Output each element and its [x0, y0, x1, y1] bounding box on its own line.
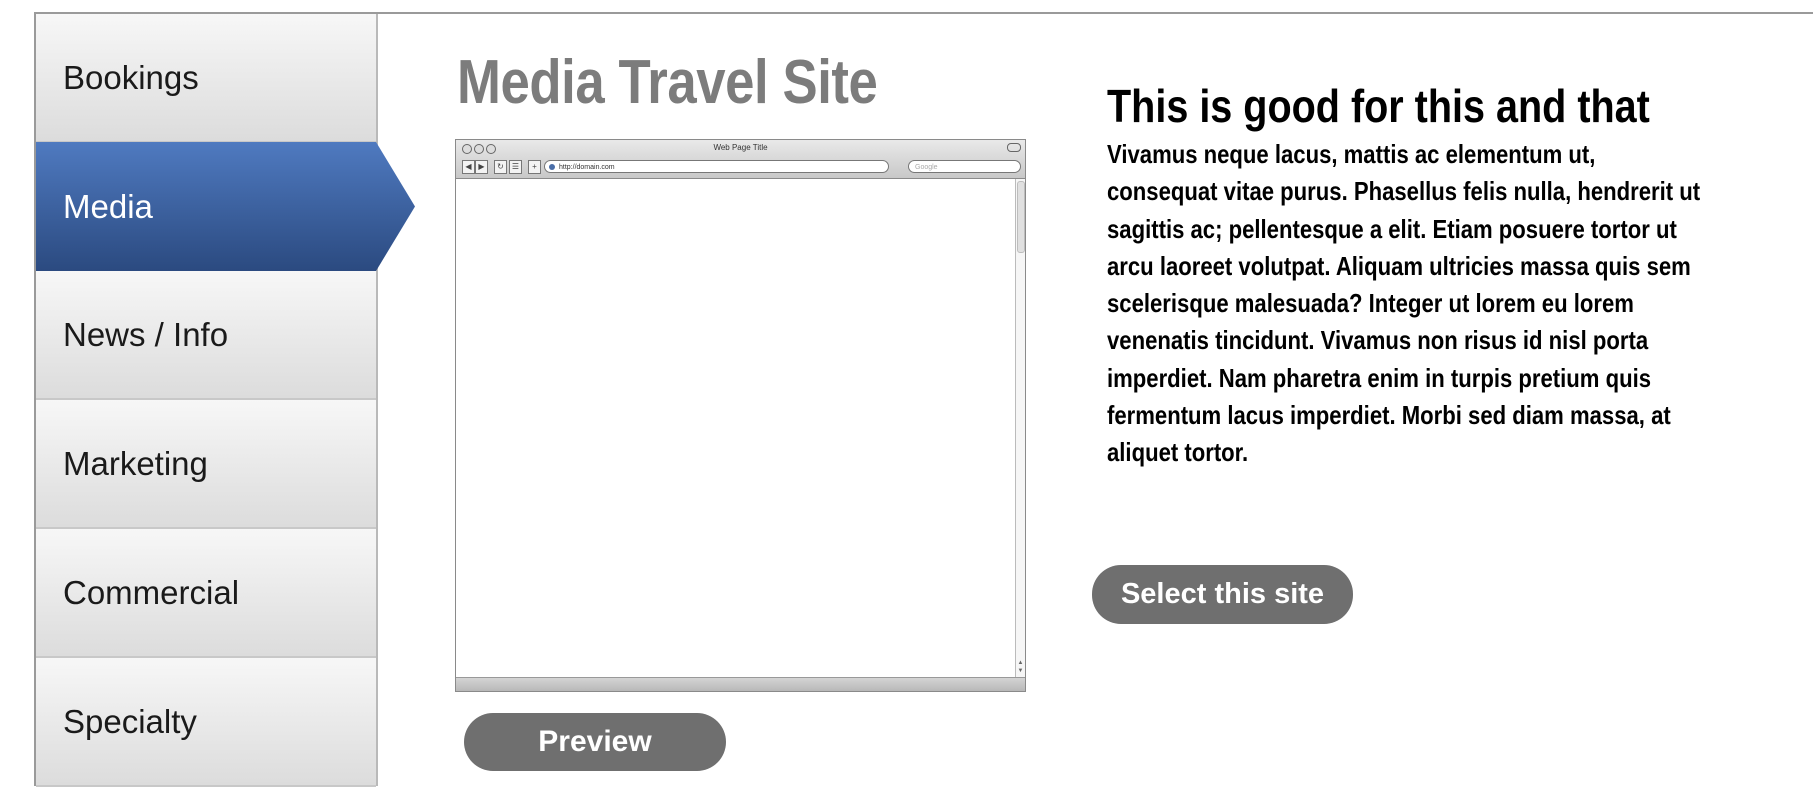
- bookmark-icon[interactable]: ☰: [509, 160, 522, 174]
- browser-search-field[interactable]: Google: [908, 160, 1021, 173]
- sidebar-item-label: Marketing: [63, 444, 208, 482]
- sidebar-item-marketing[interactable]: Marketing: [36, 400, 376, 529]
- sidebar-item-label: Commercial: [63, 573, 240, 611]
- browser-status-bar: [456, 677, 1025, 691]
- globe-icon: [549, 164, 555, 170]
- details-body: Vivamus neque lacus, mattis ac elementum…: [1107, 139, 1701, 468]
- search-placeholder: Google: [915, 164, 938, 171]
- scroll-arrows-icon[interactable]: ▲ ▼: [1017, 659, 1024, 675]
- details-headline: This is good for this and that: [1107, 80, 1650, 132]
- sidebar-item-label: Bookings: [63, 58, 199, 96]
- sidebar-item-bookings[interactable]: Bookings: [36, 14, 376, 143]
- back-arrow-icon[interactable]: ◀: [462, 160, 475, 174]
- sidebar: Bookings Media News / Info Marketing Com…: [36, 14, 415, 787]
- browser-window-title: Web Page Title: [713, 143, 768, 152]
- preview-button[interactable]: Preview: [464, 713, 726, 771]
- address-bar-url: http://domain.com: [559, 164, 615, 171]
- sidebar-item-label: Specialty: [63, 702, 197, 740]
- sidebar-item-label: News / Info: [63, 315, 229, 353]
- sidebar-item-specialty[interactable]: Specialty: [36, 658, 376, 787]
- vertical-scrollbar[interactable]: [1015, 179, 1025, 678]
- sidebar-item-media[interactable]: Media: [36, 142, 415, 271]
- sidebar-item-news-info[interactable]: News / Info: [36, 271, 376, 400]
- select-site-button[interactable]: Select this site: [1092, 565, 1353, 624]
- scrollbar-thumb[interactable]: [1017, 181, 1025, 253]
- forward-arrow-icon[interactable]: ▶: [475, 160, 488, 174]
- address-bar[interactable]: http://domain.com: [544, 160, 889, 173]
- sidebar-item-commercial[interactable]: Commercial: [36, 529, 376, 658]
- site-preview-window: Web Page Title ◀ ▶ ↻ ☰ + http://domain.c…: [455, 139, 1026, 692]
- toolbar-toggle-icon[interactable]: [1007, 143, 1021, 152]
- sidebar-item-label: Media: [63, 187, 153, 225]
- reload-icon[interactable]: ↻: [494, 160, 507, 174]
- add-bookmark-icon[interactable]: +: [528, 160, 541, 174]
- page-title: Media Travel Site: [457, 48, 878, 117]
- active-pointer-arrow: [376, 142, 415, 271]
- browser-toolbar: Web Page Title ◀ ▶ ↻ ☰ + http://domain.c…: [456, 140, 1025, 179]
